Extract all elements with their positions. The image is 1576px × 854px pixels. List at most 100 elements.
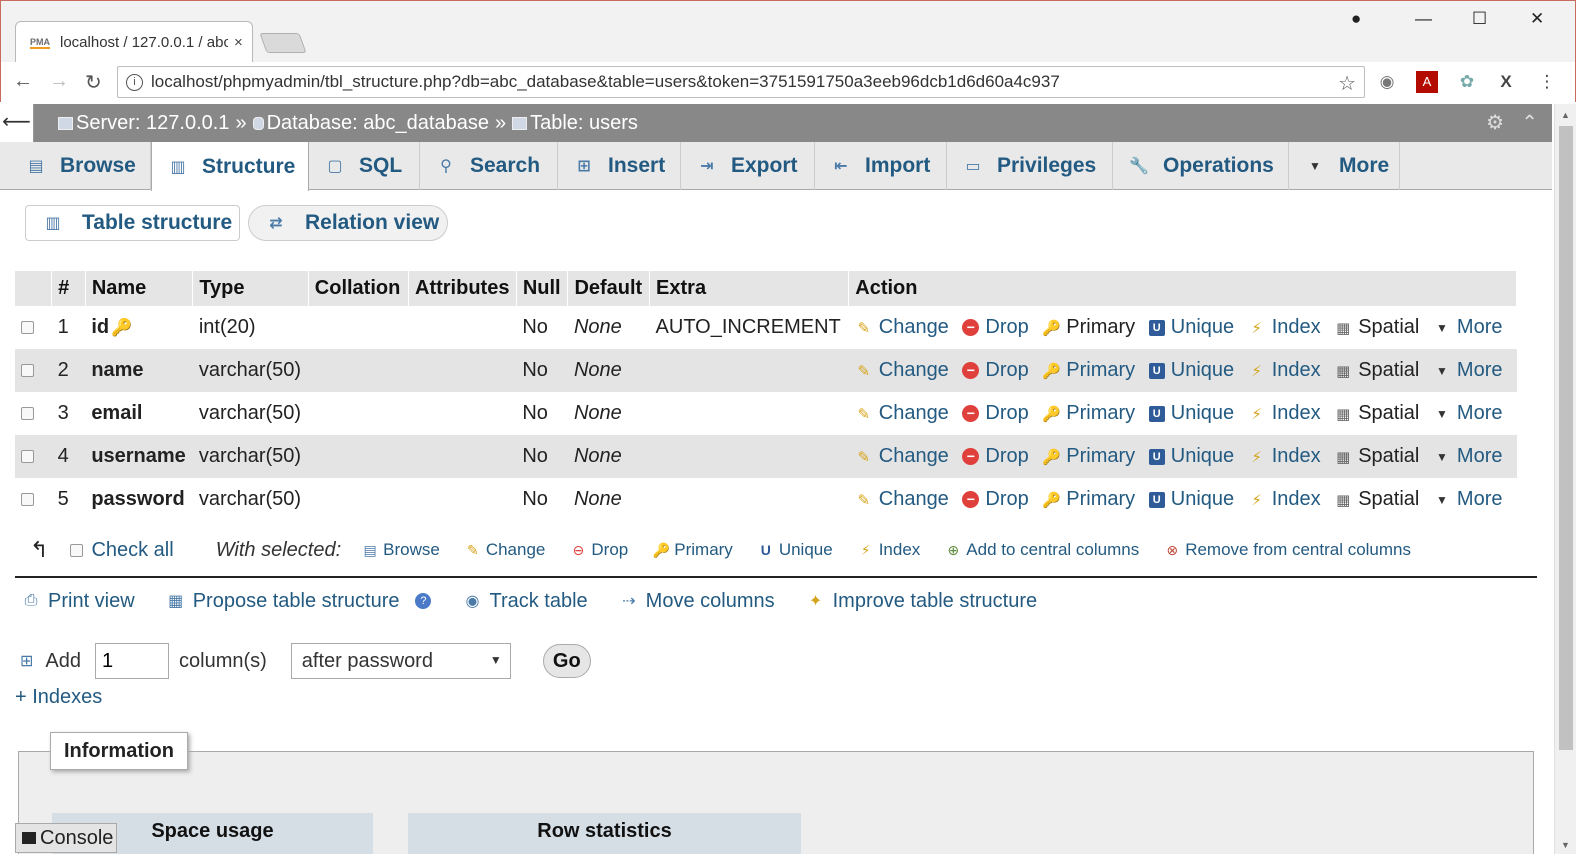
minimize-icon[interactable]: — [1415,9,1432,29]
row-checkbox[interactable] [21,493,34,507]
acrobat-extension-icon[interactable]: A [1416,71,1438,93]
row-checkbox[interactable] [21,450,34,464]
console-toggle[interactable]: Console [15,823,117,853]
column-position-select[interactable]: after password ▼ [290,643,511,679]
col-header-attributes[interactable]: Attributes [408,271,517,306]
tab-search[interactable]: ⚲ Search [420,142,558,190]
browser-tab[interactable]: PMA localhost / 127.0.0.1 / abc × [15,21,253,63]
check-all-checkbox[interactable] [70,543,84,557]
change-action[interactable]: ✎ Change [855,316,948,338]
scrollbar-thumb[interactable] [1559,126,1573,750]
drop-action[interactable]: − Drop [962,402,1029,424]
more-action[interactable]: ▼ More [1433,316,1503,338]
page-scrollbar[interactable]: ▲ ▼ [1554,104,1576,854]
check-all-label[interactable]: Check all [91,539,173,562]
forward-arrow-icon[interactable]: → [49,70,69,93]
row-checkbox[interactable] [21,407,34,421]
change-action[interactable]: ✎ Change [855,488,948,510]
unique-action[interactable]: U Unique [1148,445,1234,467]
browser-menu-icon[interactable]: ⋮ [1536,71,1558,93]
bulk-unique-button[interactable]: U Unique [757,540,833,560]
bulk-primary-button[interactable]: 🔑 Primary [652,540,733,560]
col-header-default[interactable]: Default [567,271,651,306]
drop-action[interactable]: − Drop [962,316,1029,338]
bulk-browse-button[interactable]: ▤ Browse [361,540,440,560]
tab-sql[interactable]: ▢ SQL [309,142,420,190]
server-crumb[interactable]: Server: 127.0.0.1 [58,112,229,135]
scroll-up-arrow-icon[interactable]: ▲ [1561,110,1570,120]
unique-action[interactable]: U Unique [1148,488,1234,510]
extension-icon[interactable]: ✿ [1456,71,1478,93]
bulk-change-button[interactable]: ✎ Change [464,540,545,560]
drop-action[interactable]: − Drop [962,359,1029,381]
indexes-toggle-link[interactable]: + Indexes [15,686,102,709]
index-action[interactable]: ⚡ Index [1248,316,1320,338]
tab-insert[interactable]: ⊞ Insert [558,142,681,190]
more-action[interactable]: ▼ More [1433,445,1503,467]
primary-action[interactable]: 🔑 Primary [1042,359,1135,381]
primary-action[interactable]: 🔑 Primary [1042,488,1135,510]
maximize-icon[interactable]: ☐ [1472,9,1487,29]
more-action[interactable]: ▼ More [1433,488,1503,510]
track-table-link[interactable]: ◉ Track table [461,590,588,613]
move-columns-link[interactable]: ⇢ Move columns [618,590,775,613]
go-button[interactable]: Go [542,644,591,678]
x-extension-icon[interactable]: X [1495,71,1517,93]
improve-structure-link[interactable]: ✦ Improve table structure [805,590,1037,613]
propose-structure-link[interactable]: ▦ Propose table structure? [165,590,432,613]
tab-close-icon[interactable]: × [234,34,243,51]
index-action[interactable]: ⚡ Index [1248,359,1320,381]
url-input[interactable]: i localhost/phpmyadmin/tbl_structure.php… [117,66,1365,98]
reload-icon[interactable]: ↻ [85,70,102,95]
tab-operations[interactable]: 🔧 Operations [1113,142,1289,190]
subtab-relation-view[interactable]: ⇄ Relation view [248,205,448,241]
extension-globe-icon[interactable]: ◉ [1376,71,1398,93]
primary-action[interactable]: 🔑 Primary [1042,445,1135,467]
index-action[interactable]: ⚡ Index [1248,402,1320,424]
print-view-link[interactable]: ⎙ Print view [20,590,135,613]
star-icon[interactable]: ☆ [1338,71,1356,96]
change-action[interactable]: ✎ Change [855,359,948,381]
collapse-navigation-icon[interactable]: ⟵ [0,104,34,142]
col-header-extra[interactable]: Extra [649,271,850,306]
add-central-columns-button[interactable]: ⊕ Add to central columns [944,540,1139,560]
tab-privileges[interactable]: ▭ Privileges [947,142,1113,190]
remove-central-columns-button[interactable]: ⊗ Remove from central columns [1163,540,1411,560]
column-count-input[interactable] [95,643,169,679]
drop-action[interactable]: − Drop [962,445,1029,467]
row-checkbox[interactable] [21,321,34,335]
tab-more[interactable]: ▼ More [1289,142,1400,190]
help-icon[interactable]: ? [415,593,432,609]
unique-action[interactable]: U Unique [1148,359,1234,381]
settings-gear-icon[interactable]: ⚙ [1486,110,1504,135]
subtab-table-structure[interactable]: ▥ Table structure [25,205,240,241]
primary-action[interactable]: 🔑 Primary [1042,402,1135,424]
bulk-drop-button[interactable]: ⊖ Drop [569,540,629,560]
col-header-name[interactable]: Name [85,271,194,306]
col-header-null[interactable]: Null [516,271,569,306]
collapse-up-icon[interactable]: ⌃ [1521,110,1538,135]
index-action[interactable]: ⚡ Index [1248,488,1320,510]
tab-browse[interactable]: ▤ Browse [10,142,151,190]
change-action[interactable]: ✎ Change [855,445,948,467]
tab-structure[interactable]: ▥ Structure [151,142,309,191]
index-action[interactable]: ⚡ Index [1248,445,1320,467]
row-checkbox[interactable] [21,364,34,378]
database-crumb[interactable]: Database: abc_database [252,112,489,135]
unique-action[interactable]: U Unique [1148,402,1234,424]
new-tab-button[interactable] [259,33,307,53]
scroll-down-arrow-icon[interactable]: ▼ [1561,840,1570,850]
table-crumb[interactable]: Table: users [512,112,638,135]
unique-action[interactable]: U Unique [1148,316,1234,338]
more-action[interactable]: ▼ More [1433,359,1503,381]
col-header-num[interactable]: # [51,271,86,306]
tab-export[interactable]: ⇥ Export [681,142,815,190]
col-header-collation[interactable]: Collation [308,271,410,306]
account-icon[interactable]: ● [1351,9,1361,29]
col-header-type[interactable]: Type [192,271,309,306]
tab-import[interactable]: ⇤ Import [815,142,947,190]
bulk-index-button[interactable]: ⚡ Index [857,540,921,560]
back-arrow-icon[interactable]: ← [13,70,33,93]
more-action[interactable]: ▼ More [1433,402,1503,424]
info-icon[interactable]: i [126,73,143,91]
